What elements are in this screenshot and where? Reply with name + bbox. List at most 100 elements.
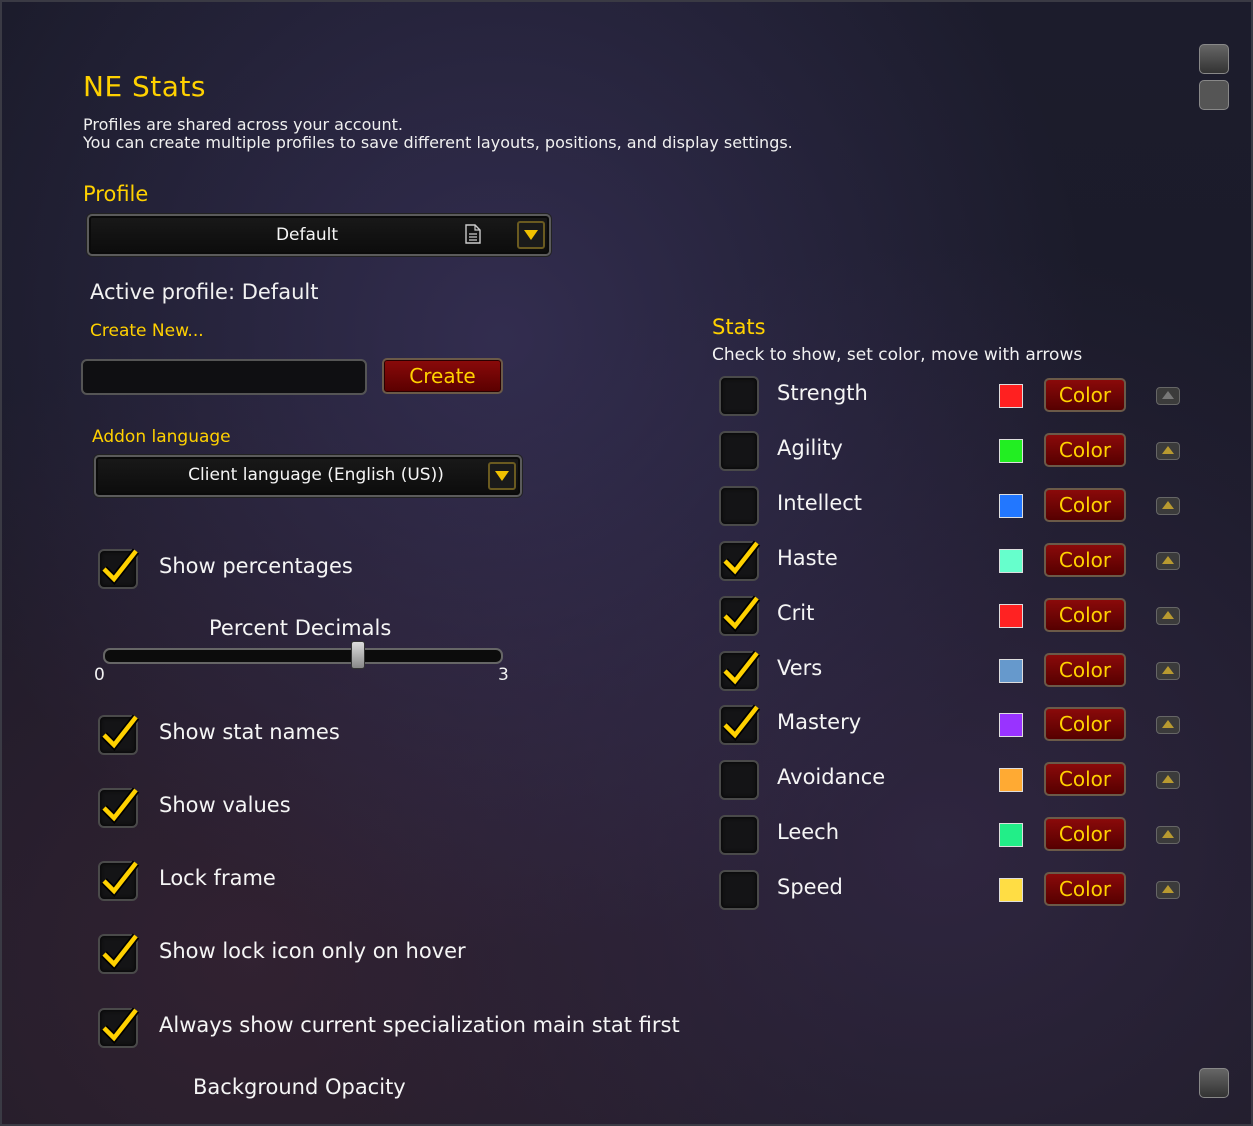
stat-checkbox[interactable]: [719, 376, 759, 416]
stats-heading: Stats: [712, 315, 766, 339]
percent-decimals-label: Percent Decimals: [209, 616, 392, 640]
stat-color-swatch: [999, 384, 1023, 408]
show-values-checkbox[interactable]: [98, 787, 140, 828]
stat-color-swatch: [999, 549, 1023, 573]
stat-checkbox[interactable]: [719, 870, 759, 910]
stat-color-swatch: [999, 768, 1023, 792]
lock-icon-hover-label: Show lock icon only on hover: [159, 939, 466, 963]
scroll-down-button[interactable]: [1199, 1068, 1229, 1098]
stat-color-swatch: [999, 823, 1023, 847]
stat-checkbox[interactable]: [719, 704, 761, 745]
stat-color-swatch: [999, 878, 1023, 902]
show-values-label: Show values: [159, 793, 291, 817]
stat-checkbox[interactable]: [719, 540, 761, 581]
create-new-label: Create New...: [90, 321, 204, 341]
stat-label: Agility: [777, 436, 843, 460]
profile-dropdown-value: Default: [275, 225, 339, 245]
stat-label: Vers: [777, 656, 823, 680]
description: Profiles are shared across your account.…: [83, 116, 793, 152]
stat-checkbox[interactable]: [719, 486, 759, 526]
stat-color-swatch: [999, 439, 1023, 463]
profile-heading: Profile: [83, 182, 149, 206]
show-percentages-label: Show percentages: [159, 554, 353, 578]
up-arrow-icon[interactable]: [1156, 607, 1180, 625]
stat-label: Avoidance: [777, 765, 886, 789]
stat-label: Mastery: [777, 710, 862, 734]
stat-color-button[interactable]: Color: [1044, 707, 1126, 741]
up-arrow-icon[interactable]: [1156, 387, 1180, 405]
stat-color-button[interactable]: Color: [1044, 762, 1126, 796]
percent-decimals-slider[interactable]: [103, 648, 503, 664]
checkmark-icon: [101, 787, 140, 825]
profile-dropdown[interactable]: Default: [87, 214, 551, 256]
checkmark-icon: [101, 548, 140, 586]
description-line-1: Profiles are shared across your account.: [83, 115, 403, 134]
checkmark-icon: [722, 704, 761, 742]
lock-frame-checkbox[interactable]: [98, 860, 140, 901]
stat-color-button[interactable]: Color: [1044, 598, 1126, 632]
stat-checkbox[interactable]: [719, 595, 761, 636]
stat-color-swatch: [999, 659, 1023, 683]
stat-checkbox[interactable]: [719, 760, 759, 800]
stat-color-button[interactable]: Color: [1044, 543, 1126, 577]
checkmark-icon: [722, 540, 761, 578]
show-percentages-checkbox[interactable]: [98, 548, 140, 589]
background-opacity-label: Background Opacity: [193, 1075, 406, 1099]
chevron-down-icon[interactable]: [517, 221, 545, 249]
checkmark-icon: [101, 1007, 140, 1045]
slider-min-label: 0: [94, 665, 105, 685]
up-arrow-icon[interactable]: [1156, 442, 1180, 460]
description-line-2: You can create multiple profiles to save…: [83, 133, 793, 152]
checkmark-icon: [101, 714, 140, 752]
stat-color-button[interactable]: Color: [1044, 433, 1126, 467]
lock-icon-hover-checkbox[interactable]: [98, 933, 140, 974]
main-stat-first-checkbox[interactable]: [98, 1007, 140, 1048]
stat-color-button[interactable]: Color: [1044, 817, 1126, 851]
create-button[interactable]: Create: [382, 358, 503, 394]
stat-label: Strength: [777, 381, 868, 405]
checkmark-icon: [101, 933, 140, 971]
checkmark-icon: [101, 860, 140, 898]
new-profile-name-input[interactable]: [81, 359, 367, 395]
stat-color-button[interactable]: Color: [1044, 378, 1126, 412]
stat-label: Speed: [777, 875, 843, 899]
language-dropdown[interactable]: Client language (English (US)): [94, 455, 522, 497]
up-arrow-icon[interactable]: [1156, 662, 1180, 680]
up-arrow-icon[interactable]: [1156, 881, 1180, 899]
addon-language-heading: Addon language: [92, 427, 231, 447]
language-dropdown-value: Client language (English (US)): [188, 465, 444, 485]
main-stat-first-label: Always show current specialization main …: [159, 1013, 680, 1037]
stat-color-button[interactable]: Color: [1044, 872, 1126, 906]
stat-checkbox[interactable]: [719, 815, 759, 855]
stat-color-swatch: [999, 604, 1023, 628]
active-profile-label: Active profile: Default: [90, 280, 319, 304]
stat-checkbox[interactable]: [719, 431, 759, 471]
checkmark-icon: [722, 595, 761, 633]
show-stat-names-checkbox[interactable]: [98, 714, 140, 755]
stat-checkbox[interactable]: [719, 650, 761, 691]
up-arrow-icon[interactable]: [1156, 716, 1180, 734]
stat-color-swatch: [999, 713, 1023, 737]
stats-subheading: Check to show, set color, move with arro…: [712, 345, 1083, 365]
up-arrow-icon[interactable]: [1156, 826, 1180, 844]
up-arrow-icon[interactable]: [1156, 552, 1180, 570]
stat-color-swatch: [999, 494, 1023, 518]
slider-max-label: 3: [498, 665, 509, 685]
show-stat-names-label: Show stat names: [159, 720, 340, 744]
scroll-thumb[interactable]: [1199, 80, 1229, 110]
stat-label: Intellect: [777, 491, 863, 515]
scroll-up-button[interactable]: [1199, 44, 1229, 74]
stat-color-button[interactable]: Color: [1044, 653, 1126, 687]
stat-color-button[interactable]: Color: [1044, 488, 1126, 522]
stat-label: Leech: [777, 820, 840, 844]
slider-thumb[interactable]: [351, 641, 365, 669]
page-title: NE Stats: [83, 70, 207, 103]
up-arrow-icon[interactable]: [1156, 497, 1180, 515]
chevron-down-icon[interactable]: [488, 462, 516, 490]
lock-frame-label: Lock frame: [159, 866, 276, 890]
stat-label: Haste: [777, 546, 838, 570]
document-icon: [465, 224, 481, 244]
stat-label: Crit: [777, 601, 815, 625]
checkmark-icon: [722, 650, 761, 688]
up-arrow-icon[interactable]: [1156, 771, 1180, 789]
